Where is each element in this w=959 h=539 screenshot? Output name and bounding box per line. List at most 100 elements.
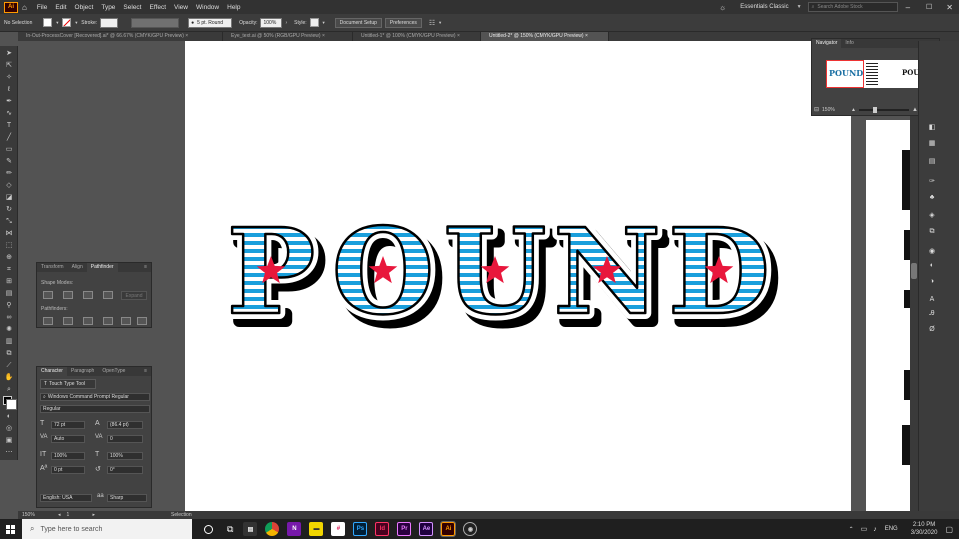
type-tool-icon[interactable]: T xyxy=(3,121,15,131)
perspective-grid-tool-icon[interactable]: ⌗ xyxy=(3,265,15,275)
sticky-notes-icon[interactable]: ▬ xyxy=(309,522,324,536)
menu-help[interactable]: Help xyxy=(223,4,244,11)
tab-info[interactable]: Info xyxy=(841,39,857,48)
outline-icon[interactable] xyxy=(121,317,131,325)
network-icon[interactable]: ▭ xyxy=(861,525,868,533)
tab-navigator[interactable]: Navigator xyxy=(812,39,842,48)
free-transform-tool-icon[interactable]: ⬚ xyxy=(3,241,15,251)
trim-icon[interactable] xyxy=(63,317,73,325)
hand-tool-icon[interactable]: ✋ xyxy=(3,373,15,383)
slack-icon[interactable]: # xyxy=(331,522,346,536)
rectangle-tool-icon[interactable]: ▭ xyxy=(3,145,15,155)
close-icon[interactable]: ✕ xyxy=(946,3,953,12)
artboard[interactable]: PPPOOOUUUNNNDDD xyxy=(185,41,851,511)
close-tab-icon[interactable]: × xyxy=(185,33,188,39)
gradient-panel-icon[interactable]: ◐ xyxy=(926,261,938,271)
brush-definition-select[interactable]: ● 5 pt. Round xyxy=(188,17,233,28)
menu-effect[interactable]: Effect xyxy=(146,4,171,11)
document-setup-button[interactable]: Document Setup xyxy=(334,17,382,28)
gradient-tool-icon[interactable]: ▤ xyxy=(3,289,15,299)
windows-start-icon[interactable] xyxy=(6,525,15,534)
taskbar-search[interactable]: ⌕ Type here to search xyxy=(22,519,192,539)
tab-character[interactable]: Character xyxy=(37,367,67,376)
tab-opentype[interactable]: OpenType xyxy=(98,367,129,376)
zoom-out-small-icon[interactable]: ▲ xyxy=(851,107,856,113)
taskbar-app[interactable]: Id xyxy=(375,522,390,536)
kerning-input[interactable]: Auto xyxy=(51,435,85,443)
screen-mode-icon[interactable]: ▣ xyxy=(3,436,15,446)
keyboard-language[interactable]: ENG xyxy=(885,526,898,532)
opentype-panel-icon[interactable]: Ø xyxy=(926,325,938,335)
scale-tool-icon[interactable]: ⤡ xyxy=(3,217,15,227)
taskbar-app[interactable]: Ps xyxy=(353,522,368,536)
variable-width-profile[interactable] xyxy=(131,17,180,28)
leading-input[interactable]: (86.4 pt) xyxy=(107,421,143,429)
paragraph-panel-icon[interactable]: Ꭿ xyxy=(926,309,938,319)
chevron-down-icon[interactable]: ▼ xyxy=(438,20,442,25)
chevron-down-icon[interactable]: ▼ xyxy=(322,20,326,25)
selection-tool-icon[interactable]: ➤ xyxy=(3,49,15,59)
zoom-out-icon[interactable]: ⊟ xyxy=(814,106,819,113)
task-view-icon[interactable]: ⧉ xyxy=(227,524,233,535)
lasso-tool-icon[interactable]: ℓ xyxy=(3,85,15,95)
notifications-icon[interactable]: ▢ xyxy=(945,525,953,534)
zoom-tool-icon[interactable]: ⌕ xyxy=(3,385,15,395)
navigator-view-box[interactable] xyxy=(826,60,864,88)
artboard-tool-icon[interactable]: ⧉ xyxy=(3,349,15,359)
tab-document-4[interactable]: Untitled-2* @ 150% (CMYK/GPU Preview) × xyxy=(481,32,609,41)
intersect-icon[interactable] xyxy=(83,291,93,299)
taskbar-app[interactable]: Pr xyxy=(397,522,412,536)
cortana-icon[interactable] xyxy=(204,524,213,534)
pen-tool-icon[interactable]: ✒ xyxy=(3,97,15,107)
minimize-icon[interactable]: – xyxy=(906,3,910,12)
menu-file[interactable]: File xyxy=(33,4,51,11)
stroke-swatch[interactable] xyxy=(62,18,72,27)
menu-edit[interactable]: Edit xyxy=(51,4,70,11)
mesh-tool-icon[interactable]: ⊞ xyxy=(3,277,15,287)
menu-view[interactable]: View xyxy=(170,4,192,11)
home-icon[interactable]: ⌂ xyxy=(22,3,27,12)
paintbrush-tool-icon[interactable]: ✎ xyxy=(3,157,15,167)
panel-menu-icon[interactable]: ≡ xyxy=(140,263,151,272)
crop-icon[interactable] xyxy=(103,317,113,325)
unite-icon[interactable] xyxy=(43,291,53,299)
taskbar-app[interactable]: Ae xyxy=(419,522,434,536)
language-select[interactable]: English: USA xyxy=(40,494,92,502)
eraser-tool-icon[interactable]: ◪ xyxy=(3,193,15,203)
lightbulb-icon[interactable]: ☼ xyxy=(719,3,726,12)
character-rotation-input[interactable]: 0° xyxy=(107,466,143,474)
arrange-documents-icon[interactable]: ☷ xyxy=(429,19,435,27)
stock-search-input[interactable]: ⌕ Search Adobe Stock xyxy=(807,2,898,12)
explorer-icon[interactable]: ▤ xyxy=(243,522,258,536)
drawing-mode-icon[interactable]: ◎ xyxy=(3,424,15,434)
vertical-scale-input[interactable]: 100% xyxy=(51,452,85,460)
brushes-panel-icon[interactable]: ✑ xyxy=(926,177,938,187)
stroke-color-swatch[interactable] xyxy=(6,399,17,410)
stroke-weight-input[interactable] xyxy=(100,17,119,28)
symbols-panel-icon[interactable]: ♣ xyxy=(926,193,938,203)
taskbar-app[interactable]: Ai xyxy=(440,521,457,537)
status-artboard-number[interactable]: 1 xyxy=(67,512,87,518)
preferences-button[interactable]: Preferences xyxy=(384,17,422,28)
font-style-select[interactable]: Regular xyxy=(40,405,150,413)
minus-back-icon[interactable] xyxy=(137,317,147,325)
artboard-next-icon[interactable]: ▸ xyxy=(93,512,96,518)
exclude-icon[interactable] xyxy=(103,291,113,299)
tab-document-2[interactable]: Eye_text.ai @ 50% (RGB/GPU Preview) × xyxy=(223,32,353,41)
line-segment-tool-icon[interactable]: ╱ xyxy=(3,133,15,143)
color-guide-icon[interactable]: ▦ xyxy=(926,139,938,149)
tab-align[interactable]: Align xyxy=(68,263,87,272)
obs-icon[interactable]: ◉ xyxy=(463,522,478,536)
chevron-right-icon[interactable]: › xyxy=(285,20,287,26)
close-tab-icon[interactable]: × xyxy=(457,33,460,39)
menu-object[interactable]: Object xyxy=(71,4,98,11)
magic-wand-tool-icon[interactable]: ✧ xyxy=(3,73,15,83)
eyedropper-tool-icon[interactable]: ⚲ xyxy=(3,301,15,311)
divide-icon[interactable] xyxy=(43,317,53,325)
merge-icon[interactable] xyxy=(83,317,93,325)
chevron-down-icon[interactable]: ▼ xyxy=(55,20,59,25)
font-size-input[interactable]: 72 pt xyxy=(51,421,85,429)
font-family-select[interactable]: ⌕ Windows Command Prompt Regular xyxy=(40,393,150,401)
slice-tool-icon[interactable]: ⟋ xyxy=(3,361,15,371)
tab-pathfinder[interactable]: Pathfinder xyxy=(86,263,118,272)
